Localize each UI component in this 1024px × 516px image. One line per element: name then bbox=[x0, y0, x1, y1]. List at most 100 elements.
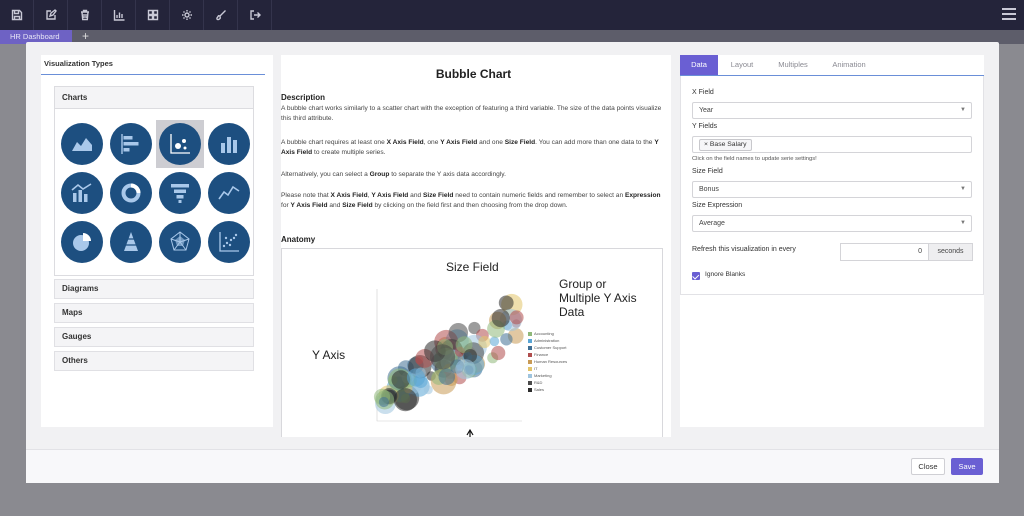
charts-section: Charts bbox=[54, 86, 254, 276]
save-icon[interactable] bbox=[0, 0, 34, 30]
column-chart-icon[interactable] bbox=[208, 123, 250, 165]
anatomy-legend-item: Accounting bbox=[528, 330, 567, 337]
anatomy-legend-item: Customer Support bbox=[528, 344, 567, 351]
anatomy-legend-item: Finance bbox=[528, 351, 567, 358]
anatomy-legend-item: R&D bbox=[528, 379, 567, 386]
anatomy-legend-item: Administration bbox=[528, 337, 567, 344]
ignore-blanks-label: Ignore Blanks bbox=[705, 271, 746, 278]
anatomy-bubble bbox=[489, 336, 500, 347]
chevron-down-icon: ▼ bbox=[960, 220, 966, 226]
save-button[interactable]: Save bbox=[951, 458, 983, 475]
anatomy-bubble bbox=[491, 309, 510, 328]
anatomy-legend: Accounting Administration Customer Support… bbox=[528, 330, 567, 393]
size-expression-label: Size Expression bbox=[692, 202, 743, 209]
chart-title: Bubble Chart bbox=[435, 67, 512, 81]
refresh-label: Refresh this visualization in every bbox=[692, 246, 796, 253]
refresh-interval-input[interactable]: 0 bbox=[840, 243, 928, 261]
y-fields-label: Y Fields bbox=[692, 123, 718, 130]
pie-chart-icon[interactable] bbox=[61, 221, 103, 263]
description-paragraph-1: A bubble chart works similarly to a scat… bbox=[281, 105, 662, 122]
category-maps[interactable]: Maps bbox=[54, 303, 254, 323]
legend-swatch bbox=[528, 331, 532, 336]
tab-data[interactable]: Data bbox=[680, 55, 718, 75]
anatomy-legend-item: Marketing bbox=[528, 372, 567, 379]
bar-chart-icon[interactable] bbox=[102, 0, 136, 30]
size-expression-select[interactable]: Average ▼ bbox=[692, 215, 972, 232]
category-diagrams[interactable]: Diagrams bbox=[54, 279, 254, 299]
chevron-down-icon: ▼ bbox=[960, 107, 966, 113]
anatomy-legend-item: IT bbox=[528, 365, 567, 372]
area-chart-icon[interactable] bbox=[61, 123, 103, 165]
legend-swatch bbox=[528, 338, 532, 343]
scatter-chart-icon[interactable] bbox=[208, 221, 250, 263]
description-paragraph-3: Alternatively, you can select a Group to… bbox=[281, 171, 506, 178]
anatomy-bubble bbox=[455, 359, 476, 380]
brush-icon[interactable] bbox=[204, 0, 238, 30]
gear-icon[interactable] bbox=[170, 0, 204, 30]
y-fields-hint: Click on the field names to update serie… bbox=[692, 156, 817, 162]
description-heading: Description bbox=[281, 93, 326, 102]
chevron-down-icon: ▼ bbox=[960, 186, 966, 192]
horizontal-bar-chart-icon[interactable] bbox=[110, 123, 152, 165]
close-button[interactable]: Close bbox=[911, 458, 945, 475]
settings-panel: Data Layout Multiples Animation X Field … bbox=[680, 55, 984, 427]
description-paragraph-2: A bubble chart requires at least one X A… bbox=[281, 139, 659, 156]
anatomy-bubble bbox=[406, 368, 426, 387]
visualization-modal: Visualization Types Charts Diagrams Maps… bbox=[26, 42, 999, 483]
anatomy-bubble bbox=[509, 310, 524, 325]
exit-icon[interactable] bbox=[238, 0, 272, 30]
top-toolbar bbox=[0, 0, 1024, 30]
anatomy-bubble bbox=[438, 368, 456, 385]
line-chart-icon[interactable] bbox=[208, 172, 250, 214]
visualization-types-panel: Visualization Types Charts Diagrams Maps… bbox=[41, 55, 273, 427]
tab-animation[interactable]: Animation bbox=[822, 55, 876, 75]
tab-layout[interactable]: Layout bbox=[722, 55, 762, 75]
anatomy-image: Size Field Group or Multiple Y Axis Data… bbox=[281, 248, 663, 437]
legend-swatch bbox=[528, 380, 532, 385]
anatomy-legend-item: Human Resources bbox=[528, 358, 567, 365]
funnel-chart-icon[interactable] bbox=[159, 172, 201, 214]
pyramid-chart-icon[interactable] bbox=[110, 221, 152, 263]
anatomy-bubble bbox=[423, 385, 433, 395]
arrow-up-icon bbox=[466, 428, 474, 437]
hamburger-menu-icon[interactable] bbox=[1002, 8, 1016, 22]
radar-chart-icon[interactable] bbox=[159, 221, 201, 263]
chart-description-panel: Bubble Chart Description A bubble chart … bbox=[281, 55, 671, 437]
legend-swatch bbox=[528, 359, 532, 364]
category-others[interactable]: Others bbox=[54, 351, 254, 371]
visualization-types-header: Visualization Types bbox=[44, 59, 113, 68]
combo-chart-icon[interactable] bbox=[61, 172, 103, 214]
refresh-unit-addon: seconds bbox=[928, 243, 973, 261]
anatomy-legend-item: Sales bbox=[528, 386, 567, 393]
anatomy-bubble bbox=[478, 335, 491, 349]
legend-swatch bbox=[528, 352, 532, 357]
tab-multiples[interactable]: Multiples bbox=[768, 55, 818, 75]
description-paragraph-4: Please note that X Axis Field, Y Axis Fi… bbox=[281, 192, 661, 209]
data-settings-box: X Field Year ▼ Y Fields × Base Salary Cli… bbox=[680, 76, 984, 295]
x-field-label: X Field bbox=[692, 89, 714, 96]
header-divider bbox=[41, 74, 265, 75]
category-gauges[interactable]: Gauges bbox=[54, 327, 254, 347]
size-field-select[interactable]: Bonus ▼ bbox=[692, 181, 972, 198]
anatomy-bubble bbox=[429, 344, 456, 370]
donut-chart-icon[interactable] bbox=[110, 172, 152, 214]
edit-icon[interactable] bbox=[34, 0, 68, 30]
legend-swatch bbox=[528, 373, 532, 378]
legend-swatch bbox=[528, 345, 532, 350]
anatomy-bubble bbox=[378, 396, 389, 408]
bubble-chart-icon[interactable] bbox=[159, 123, 201, 165]
trash-icon[interactable] bbox=[68, 0, 102, 30]
charts-section-header[interactable]: Charts bbox=[55, 87, 253, 109]
legend-swatch bbox=[528, 387, 532, 392]
ignore-blanks-checkbox[interactable] bbox=[692, 272, 700, 280]
anatomy-heading: Anatomy bbox=[281, 235, 316, 244]
y-field-tag[interactable]: × Base Salary bbox=[699, 139, 752, 151]
legend-swatch bbox=[528, 366, 532, 371]
anatomy-bubble-illustration bbox=[373, 289, 524, 437]
anatomy-bubble bbox=[491, 345, 506, 361]
dashboard-icon[interactable] bbox=[136, 0, 170, 30]
remove-tag-icon: × bbox=[704, 141, 708, 148]
anatomy-bubble bbox=[498, 295, 514, 311]
x-field-select[interactable]: Year ▼ bbox=[692, 102, 972, 119]
y-fields-input[interactable]: × Base Salary bbox=[692, 136, 972, 153]
